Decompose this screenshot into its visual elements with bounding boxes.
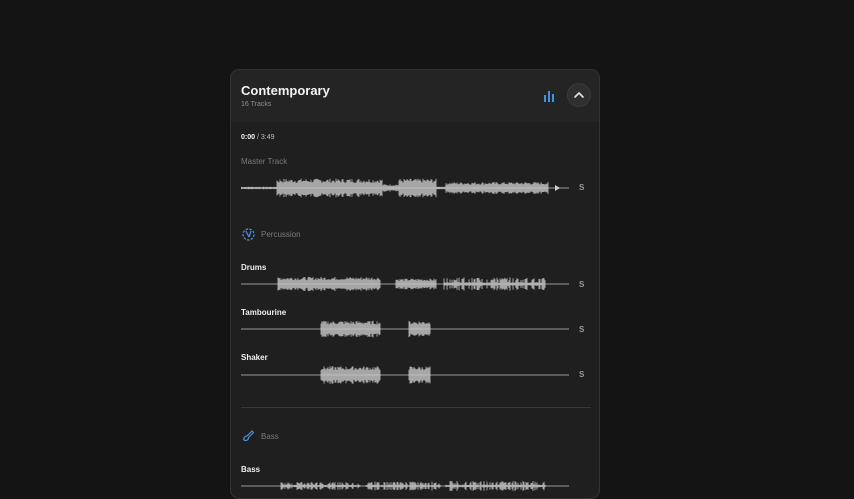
playback-time: 0:00 / 3:49: [241, 134, 275, 141]
drums-solo-button[interactable]: S: [579, 280, 584, 289]
master-track-label: Master Track: [241, 157, 288, 166]
master-solo-button[interactable]: S: [579, 183, 584, 192]
time-separator: /: [256, 134, 259, 141]
total-time: 3:49: [260, 134, 275, 141]
waveform-segment: [277, 276, 381, 292]
shaker-solo-button[interactable]: S: [579, 370, 584, 379]
bass-guitar-icon: [243, 430, 255, 442]
panel-title: Contemporary: [241, 83, 330, 98]
track-name-shaker: Shaker: [241, 353, 268, 362]
collapse-button[interactable]: [567, 83, 591, 107]
tambourine-waveform[interactable]: [241, 317, 569, 341]
track-name-drums: Drums: [241, 263, 267, 272]
master-waveform[interactable]: [241, 176, 569, 200]
mixer-panel: Contemporary 16 Tracks 0:00 / 3:49 Maste…: [230, 69, 600, 499]
track-name-tambourine: Tambourine: [241, 308, 287, 317]
bass-waveform[interactable]: [241, 474, 569, 498]
drums-waveform[interactable]: [241, 272, 569, 296]
bar-chart-icon[interactable]: [542, 89, 556, 103]
chevron-up-icon: [574, 92, 584, 98]
shaker-waveform[interactable]: [241, 363, 569, 387]
waveform-segment: [445, 182, 549, 194]
waveform-segment: [365, 481, 441, 491]
playhead-marker: [555, 185, 560, 191]
tambourine-solo-button[interactable]: S: [579, 325, 584, 334]
waveform-segment: [395, 278, 437, 290]
current-time: 0:00: [241, 134, 256, 141]
track-count: 16 Tracks: [241, 101, 272, 108]
percussion-icon: [242, 228, 255, 241]
group-label-percussion: Percussion: [261, 230, 301, 239]
section-divider: [241, 407, 591, 408]
track-name-bass: Bass: [241, 465, 261, 474]
group-label-bass: Bass: [261, 432, 279, 441]
panel-header: Contemporary 16 Tracks: [231, 70, 599, 122]
waveform-segment: [436, 186, 446, 190]
